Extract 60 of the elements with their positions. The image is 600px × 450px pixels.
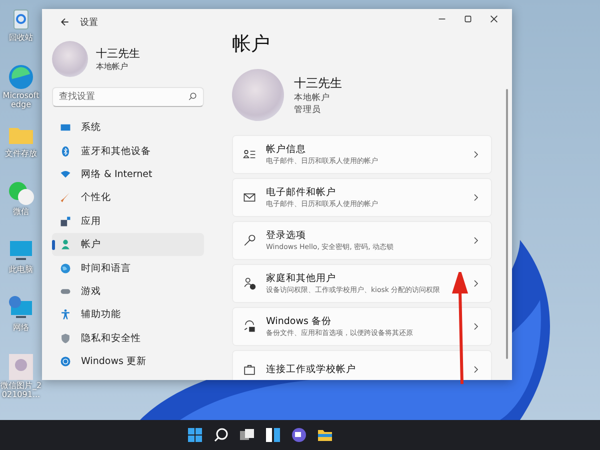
account-type: 本地帐户 bbox=[96, 61, 129, 72]
card-title: 家庭和其他用户 bbox=[266, 272, 337, 285]
nav-item[interactable]: 帐户 bbox=[52, 232, 204, 256]
card-title: Windows 备份 bbox=[266, 315, 332, 328]
nav-item[interactable]: 应用 bbox=[52, 210, 204, 233]
search-icon bbox=[188, 92, 197, 101]
nav-item[interactable]: Windows 更新 bbox=[52, 350, 204, 374]
maximize-icon[interactable] bbox=[464, 15, 472, 23]
back-arrow-icon[interactable] bbox=[60, 17, 70, 27]
bluetooth-icon bbox=[60, 146, 71, 157]
card-title: 连接工作或学校帐户 bbox=[266, 363, 357, 376]
nav-item[interactable]: 时间和语言 bbox=[52, 256, 204, 280]
people-icon bbox=[243, 277, 256, 290]
card-title: 电子邮件和帐户 bbox=[266, 186, 337, 199]
chevron-right-icon bbox=[473, 236, 479, 245]
person-icon bbox=[60, 239, 71, 250]
close-icon[interactable] bbox=[490, 15, 498, 23]
shield-icon bbox=[60, 332, 71, 344]
chevron-right-icon bbox=[473, 150, 479, 159]
card-title: 登录选项 bbox=[266, 229, 307, 242]
widgets-icon[interactable] bbox=[265, 427, 281, 443]
avatar bbox=[52, 41, 88, 77]
apps-icon bbox=[60, 216, 71, 227]
settings-card[interactable]: 连接工作或学校帐户 bbox=[232, 350, 492, 380]
nav-item[interactable]: 辅助功能 bbox=[52, 303, 204, 327]
scrollbar[interactable] bbox=[506, 89, 508, 359]
nav-item[interactable]: 系统 bbox=[52, 116, 204, 140]
monitor-icon bbox=[60, 122, 71, 134]
envelope-icon bbox=[243, 191, 256, 204]
user-name: 十三先生 bbox=[294, 74, 342, 92]
account-type: 本地帐户 bbox=[294, 92, 331, 104]
nav-item[interactable]: 隐私和安全性 bbox=[52, 326, 204, 350]
chevron-right-icon bbox=[473, 193, 479, 202]
chevron-right-icon bbox=[473, 322, 479, 331]
start-icon[interactable] bbox=[187, 427, 203, 443]
avatar bbox=[232, 69, 284, 121]
backup-icon bbox=[243, 320, 256, 333]
wifi-icon bbox=[60, 168, 71, 180]
user-name: 十三先生 bbox=[96, 46, 140, 61]
globe-icon bbox=[60, 262, 71, 274]
search-icon[interactable] bbox=[213, 427, 229, 443]
chevron-right-icon bbox=[473, 365, 479, 374]
card-title: 帐户信息 bbox=[266, 143, 307, 156]
chat-icon[interactable] bbox=[291, 427, 307, 443]
list-icon bbox=[243, 148, 256, 161]
nav-item[interactable]: 网络 & Internet bbox=[52, 162, 204, 186]
chevron-right-icon bbox=[473, 279, 479, 288]
nav-item[interactable]: 个性化 bbox=[52, 186, 204, 210]
window-title: 设置 bbox=[80, 16, 98, 28]
folder-icon[interactable] bbox=[317, 427, 333, 443]
image-thumbnail[interactable] bbox=[6, 352, 36, 382]
accessibility-icon bbox=[60, 309, 71, 320]
nav-item[interactable]: 蓝牙和其他设备 bbox=[52, 139, 204, 163]
nav-item[interactable]: 游戏 bbox=[52, 280, 204, 304]
page-title: 帐户 bbox=[232, 32, 271, 57]
search-field[interactable]: 查找设置 bbox=[52, 87, 204, 107]
briefcase-icon bbox=[243, 363, 256, 376]
user-role: 管理员 bbox=[294, 104, 322, 116]
key-icon bbox=[243, 234, 256, 247]
task-view-icon[interactable] bbox=[239, 427, 255, 443]
